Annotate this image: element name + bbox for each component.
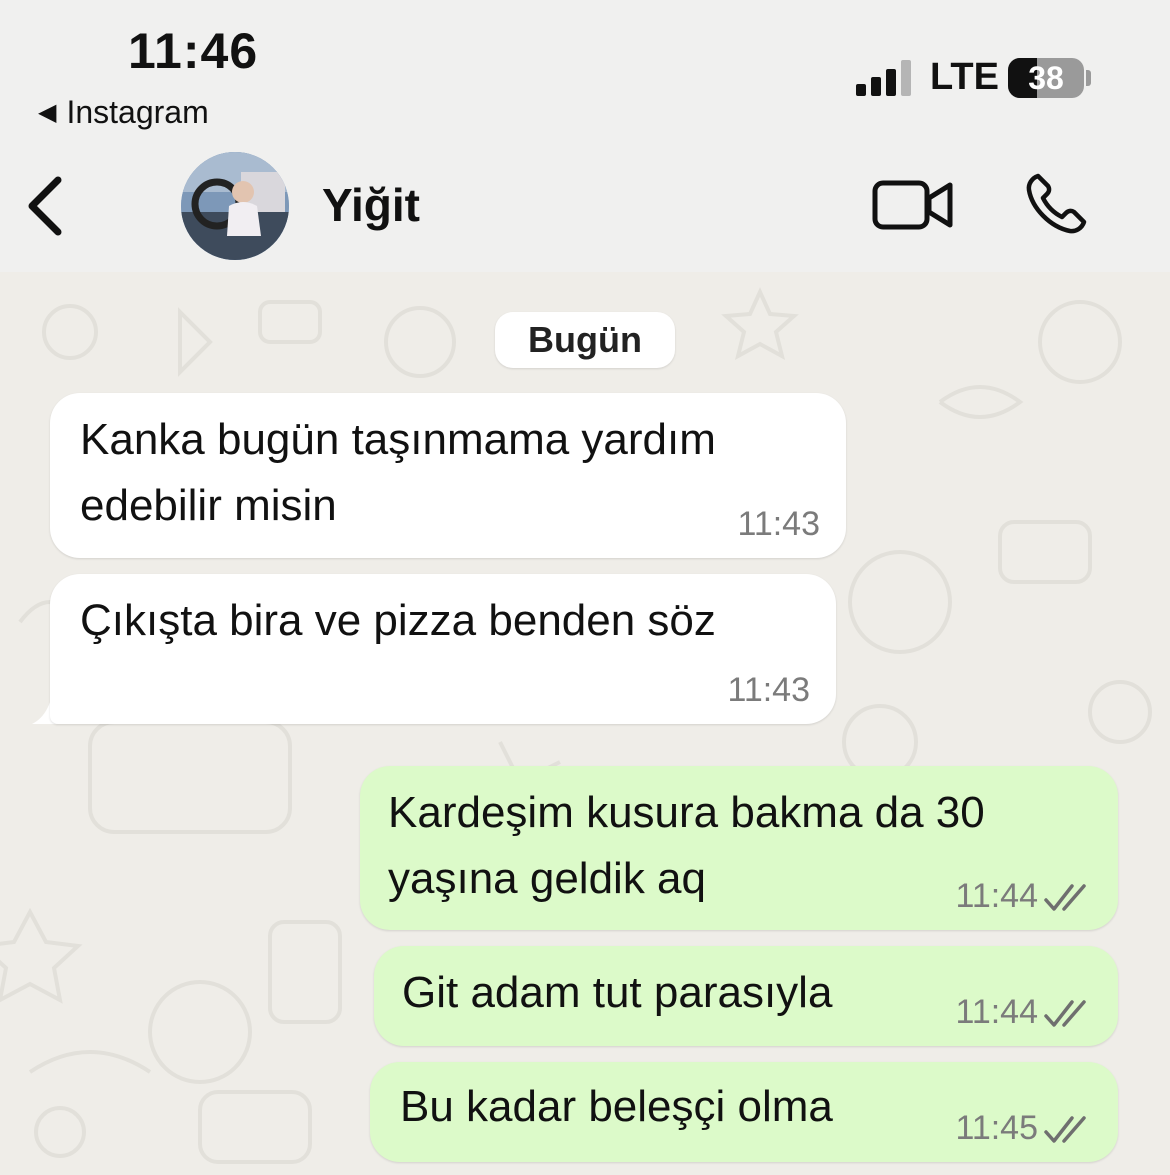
- outgoing-message-bubble[interactable]: Bu kadar beleşçi olma 11:45: [370, 1062, 1118, 1162]
- battery-icon: 38: [1008, 58, 1084, 98]
- message-text-line: Kardeşim kusura bakma da 30: [388, 788, 985, 837]
- contact-name[interactable]: Yiğit: [322, 178, 420, 232]
- chevron-left-icon[interactable]: [22, 170, 72, 242]
- message-time: 11:43: [737, 505, 820, 543]
- avatar-photo: [181, 152, 289, 260]
- status-time: 11:46: [128, 23, 259, 79]
- message-meta: 11:44: [955, 993, 1092, 1032]
- message-text-line: edebilir misin: [80, 481, 337, 530]
- message-time: 11:44: [955, 877, 1038, 915]
- message-time: 11:45: [955, 1109, 1038, 1147]
- message-meta: 11:44: [955, 877, 1092, 916]
- message-text-line: Bu kadar beleşçi olma: [400, 1082, 833, 1131]
- network-type: LTE: [930, 56, 999, 98]
- message-text-line: Kanka bugün taşınmama yardım: [80, 415, 716, 464]
- video-camera-icon[interactable]: [872, 178, 954, 232]
- contact-avatar[interactable]: [181, 152, 289, 260]
- message-text-line: Çıkışta bira ve pizza benden söz: [80, 596, 716, 645]
- incoming-message-bubble[interactable]: Çıkışta bira ve pizza benden söz 11:43: [50, 574, 836, 724]
- message-text-line: yaşına geldik aq: [388, 854, 706, 903]
- message-meta: 11:43: [727, 671, 810, 710]
- message-text-line: Git adam tut parasıyla: [402, 968, 833, 1017]
- back-app-label: Instagram: [66, 94, 209, 130]
- outgoing-message-bubble[interactable]: Kardeşim kusura bakma da 30 yaşına geldi…: [360, 766, 1118, 930]
- read-receipt-icon: [1044, 883, 1086, 911]
- message-time: 11:44: [955, 993, 1038, 1031]
- message-time: 11:43: [727, 671, 810, 709]
- battery-percentage: 38: [1028, 60, 1064, 96]
- message-meta: 11:45: [955, 1109, 1092, 1148]
- signal-strength-icon: [856, 60, 911, 96]
- message-meta: 11:43: [737, 505, 820, 544]
- back-to-app-link[interactable]: ◀ Instagram: [38, 94, 209, 131]
- outgoing-message-bubble[interactable]: Git adam tut parasıyla 11:44: [374, 946, 1118, 1046]
- phone-icon[interactable]: [1024, 172, 1088, 236]
- read-receipt-icon: [1044, 1115, 1086, 1143]
- date-separator: Bugün: [495, 312, 675, 368]
- battery-nub: [1086, 70, 1091, 86]
- back-triangle-icon: ◀: [38, 99, 57, 126]
- incoming-message-bubble[interactable]: Kanka bugün taşınmama yardım edebilir mi…: [50, 393, 846, 558]
- read-receipt-icon: [1044, 999, 1086, 1027]
